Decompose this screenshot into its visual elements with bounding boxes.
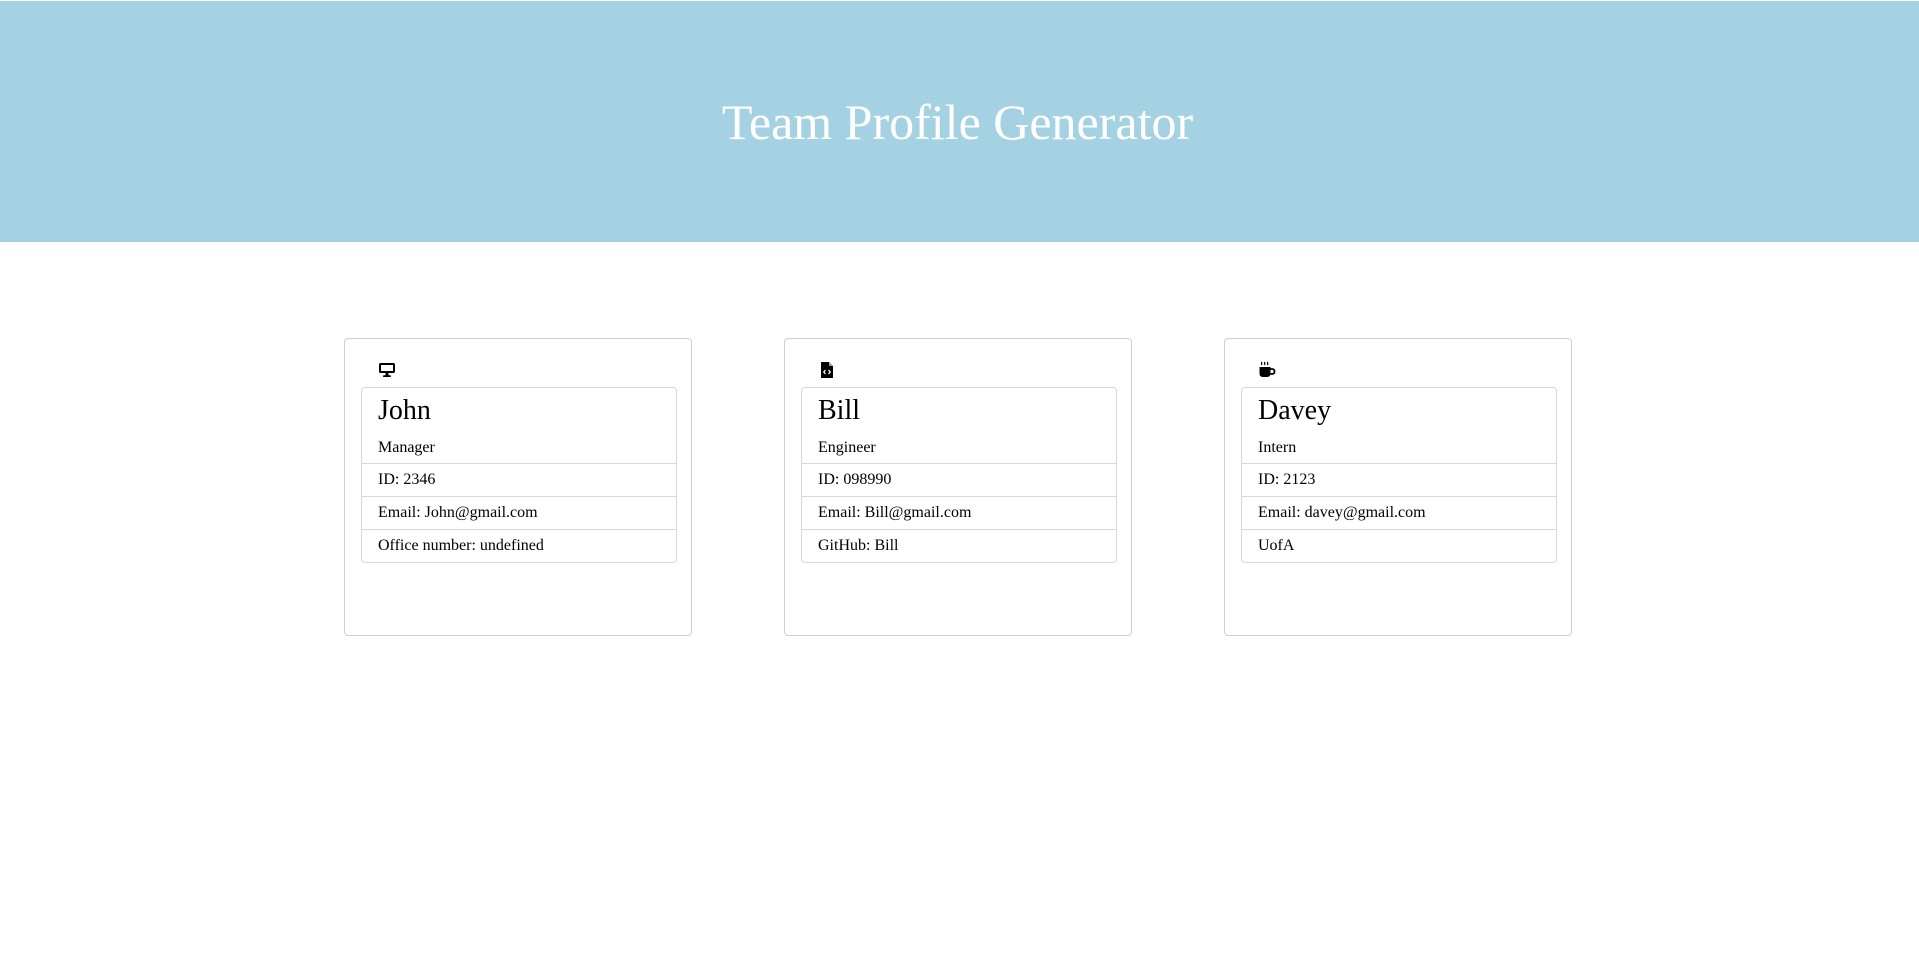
employee-id: ID: 2123 xyxy=(1242,464,1556,497)
employee-email: Email: davey@gmail.com xyxy=(1242,497,1556,530)
page-title: Team Profile Generator xyxy=(721,93,1194,150)
employee-email: Email: John@gmail.com xyxy=(362,497,676,530)
employee-heading: John Manager xyxy=(362,388,676,464)
employee-card-intern: Davey Intern ID: 2123 Email: davey@gmail… xyxy=(1224,338,1572,636)
employee-name: Davey xyxy=(1258,395,1332,426)
employee-role: Manager xyxy=(378,439,435,456)
employee-role: Engineer xyxy=(818,439,876,456)
employee-email: Email: Bill@gmail.com xyxy=(802,497,1116,530)
coffee-mug-icon xyxy=(1257,361,1277,379)
desktop-icon xyxy=(377,361,397,379)
employee-name: Bill xyxy=(818,395,861,426)
employee-card-engineer: Bill Engineer ID: 098990 Email: Bill@gma… xyxy=(784,338,1132,636)
employee-school: UofA xyxy=(1258,537,1295,554)
employee-office-number: Office number: undefined xyxy=(378,537,544,554)
file-code-icon xyxy=(817,361,837,379)
employee-details-list: Davey Intern ID: 2123 Email: davey@gmail… xyxy=(1241,387,1557,563)
page-header: Team Profile Generator xyxy=(0,1,1919,242)
employee-github: GitHub: Bill xyxy=(818,537,899,554)
employee-card-manager: John Manager ID: 2346 Email: John@gmail.… xyxy=(344,338,692,636)
employee-heading: Davey Intern xyxy=(1242,388,1556,464)
employee-id: ID: 2346 xyxy=(362,464,676,497)
employee-name: John xyxy=(378,395,431,426)
employee-heading: Bill Engineer xyxy=(802,388,1116,464)
employee-role: Intern xyxy=(1258,439,1297,456)
employee-id: ID: 098990 xyxy=(802,464,1116,497)
employee-details-list: John Manager ID: 2346 Email: John@gmail.… xyxy=(361,387,677,563)
employee-details-list: Bill Engineer ID: 098990 Email: Bill@gma… xyxy=(801,387,1117,563)
